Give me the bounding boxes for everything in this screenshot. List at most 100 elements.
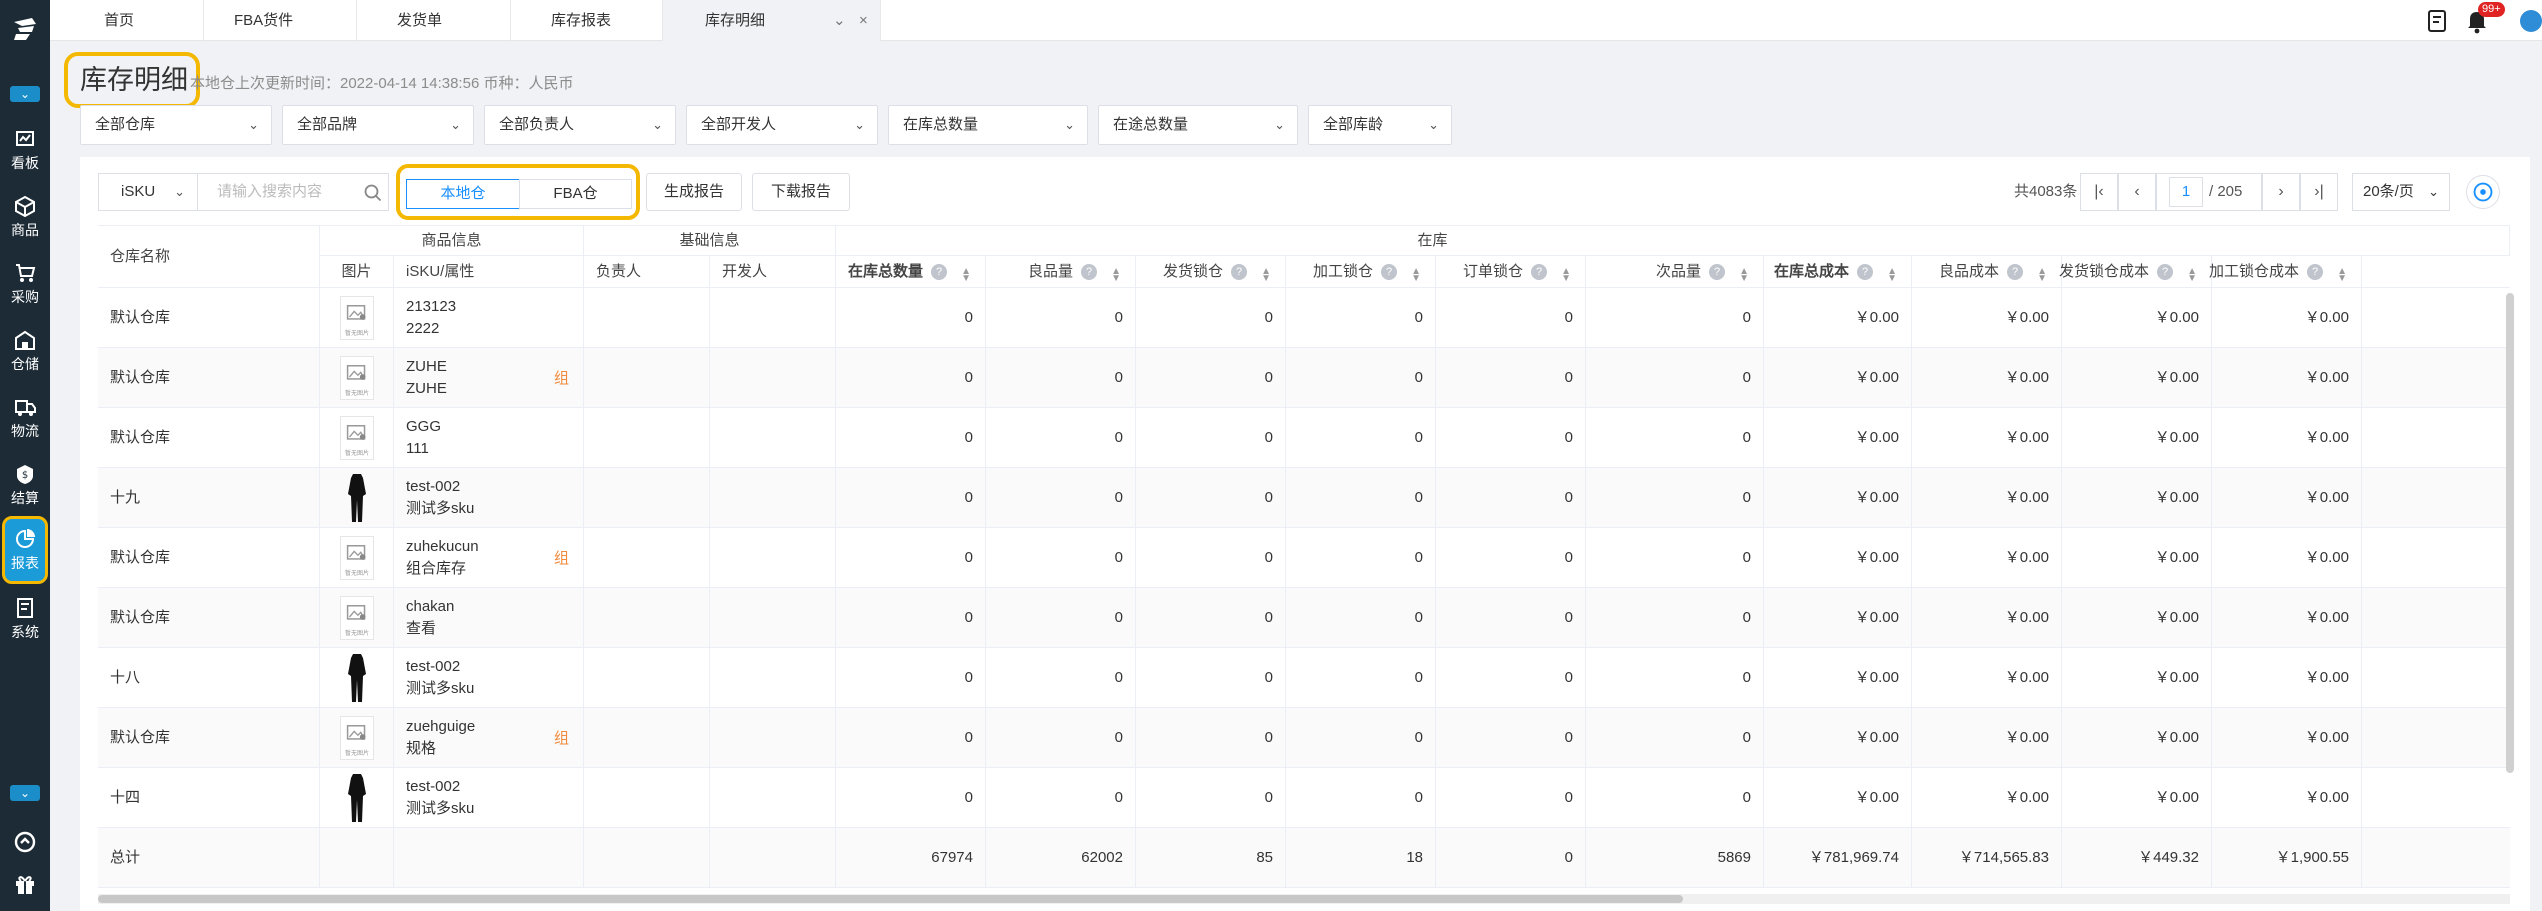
product-photo-icon[interactable] <box>342 652 372 704</box>
help-icon[interactable]: ? <box>1709 264 1725 280</box>
developer-filter[interactable]: 全部开发人 ⌄ <box>686 105 878 145</box>
sidebar-item-purchase[interactable]: 采购 <box>0 254 50 314</box>
cell-process-lock: 0 <box>1286 408 1436 468</box>
stock-qty-filter[interactable]: 在库总数量 ⌄ <box>888 105 1088 145</box>
combo-badge: 组 <box>553 550 569 567</box>
sku-code[interactable]: ZUHE <box>406 356 447 378</box>
cell-defect-qty: 0 <box>1586 528 1764 588</box>
chevron-down-icon[interactable]: ⌄ <box>833 0 846 41</box>
cell-developer <box>710 408 836 468</box>
tab-inventory-report[interactable]: 库存报表 <box>511 0 663 41</box>
avatar[interactable] <box>2520 10 2542 32</box>
search-type-select[interactable]: iSKU ⌄ <box>98 173 198 211</box>
cell-good-qty: 0 <box>986 588 1136 648</box>
cell-image <box>320 648 394 708</box>
sort-icon[interactable]: ▲ ▼ <box>1111 267 1121 284</box>
first-page-button[interactable]: |‹ <box>2080 173 2118 211</box>
sku-code[interactable]: zuhekucun <box>406 536 479 558</box>
cell-total-cost: ￥0.00 <box>1764 708 1912 768</box>
horizontal-scrollbar[interactable] <box>98 894 2510 904</box>
transit-qty-filter[interactable]: 在途总数量 ⌄ <box>1098 105 1298 145</box>
help-icon[interactable]: ? <box>1381 264 1397 280</box>
current-page-input[interactable]: 1 <box>2169 177 2203 207</box>
sort-icon[interactable]: ▲ ▼ <box>1887 267 1897 284</box>
fba-warehouse-tab[interactable]: FBA仓 <box>519 179 632 209</box>
support-icon[interactable] <box>13 830 37 854</box>
sidebar-item-warehouse[interactable]: 仓储 <box>0 321 50 381</box>
sidebar-item-system[interactable]: 系统 <box>0 589 50 649</box>
chevron-down-icon: ⌄ <box>652 117 663 132</box>
product-photo-icon[interactable] <box>342 472 372 524</box>
cell-warehouse: 默认仓库 <box>98 528 320 588</box>
sort-icon[interactable]: ▲ ▼ <box>1411 267 1421 284</box>
help-icon[interactable]: ? <box>1081 264 1097 280</box>
search-input[interactable]: 请输入搜索内容 <box>197 173 389 211</box>
generate-report-button[interactable]: 生成报告 <box>646 173 742 211</box>
header-defect-qty: 次品量? ▲ ▼ <box>1586 256 1764 288</box>
cell-ship-lock-cost: ￥0.00 <box>2062 408 2212 468</box>
sidebar-item-logistics[interactable]: 物流 <box>0 388 50 448</box>
sidebar-item-dashboard[interactable]: 看板 <box>0 120 50 180</box>
help-icon[interactable]: ? <box>931 264 947 280</box>
help-icon[interactable]: ? <box>1231 264 1247 280</box>
tab-shipping-order[interactable]: 发货单 <box>357 0 511 41</box>
cell-total-cost: ￥0.00 <box>1764 468 1912 528</box>
sort-icon[interactable]: ▲ ▼ <box>2337 267 2347 284</box>
sidebar-item-report[interactable]: 报表 <box>2 516 48 584</box>
sort-icon[interactable]: ▲ ▼ <box>1739 267 1749 284</box>
sku-code[interactable]: zuehguige <box>406 716 475 738</box>
cell-good-qty: 0 <box>986 408 1136 468</box>
scrollbar-thumb[interactable] <box>98 895 1683 903</box>
brand-filter[interactable]: 全部品牌 ⌄ <box>282 105 474 145</box>
header-developer: 开发人 <box>710 256 836 288</box>
sort-icon[interactable]: ▲ ▼ <box>961 267 971 284</box>
close-icon[interactable]: × <box>859 0 868 41</box>
download-report-button[interactable]: 下载报告 <box>752 173 850 211</box>
owner-filter[interactable]: 全部负责人 ⌄ <box>484 105 676 145</box>
sort-icon[interactable]: ▲ ▼ <box>2187 267 2197 284</box>
collapse-toggle-bottom[interactable]: ⌄ <box>10 785 40 801</box>
sku-code[interactable]: 213123 <box>406 296 456 318</box>
sku-code[interactable]: test-002 <box>406 656 474 678</box>
sku-code[interactable]: chakan <box>406 596 454 618</box>
total-label: 总计 <box>98 828 320 888</box>
total-process-lock: 18 <box>1286 828 1436 888</box>
sort-icon[interactable]: ▲ ▼ <box>1561 267 1571 284</box>
help-icon[interactable]: ? <box>2007 264 2023 280</box>
tab-home[interactable]: 首页 <box>50 0 204 41</box>
page-size-select[interactable]: 20条/页 ⌄ <box>2352 173 2450 211</box>
help-icon[interactable]: ? <box>1857 264 1873 280</box>
product-photo-icon[interactable] <box>342 772 372 824</box>
tab-fba-shipment[interactable]: FBA货件 <box>204 0 357 41</box>
warehouse-filter[interactable]: 全部仓库 ⌄ <box>80 105 272 145</box>
sidebar-item-product[interactable]: 商品 <box>0 187 50 247</box>
next-page-button[interactable]: › <box>2262 173 2300 211</box>
gift-icon[interactable] <box>13 872 37 896</box>
sku-code[interactable]: test-002 <box>406 476 474 498</box>
search-icon[interactable] <box>364 184 382 202</box>
column-settings-icon[interactable] <box>2466 175 2500 209</box>
stock-age-filter[interactable]: 全部库龄 ⌄ <box>1308 105 1452 145</box>
notes-icon[interactable] <box>2426 8 2450 34</box>
total-ship-lock: 85 <box>1136 828 1286 888</box>
local-warehouse-tab[interactable]: 本地仓 <box>406 179 520 209</box>
sort-icon[interactable]: ▲ ▼ <box>2037 267 2047 284</box>
sku-code[interactable]: test-002 <box>406 776 474 798</box>
total-ship-lock-cost: ￥449.32 <box>2062 828 2212 888</box>
help-icon[interactable]: ? <box>1531 264 1547 280</box>
collapse-toggle[interactable]: ⌄ <box>10 86 40 102</box>
last-page-button[interactable]: ›| <box>2300 173 2338 211</box>
cell-ship-lock: 0 <box>1136 528 1286 588</box>
sidebar-item-settlement[interactable]: $ 结算 <box>0 455 50 515</box>
tab-inventory-detail[interactable]: 库存明细 ⌄ × <box>663 0 881 41</box>
cell-image: 暂无图片 <box>320 528 394 588</box>
help-icon[interactable]: ? <box>2157 264 2173 280</box>
sidebar-item-label: 商品 <box>11 221 39 238</box>
prev-page-button[interactable]: ‹ <box>2118 173 2156 211</box>
sort-icon[interactable]: ▲ ▼ <box>1261 267 1271 284</box>
chevron-down-icon: ⌄ <box>248 117 259 132</box>
cell-image <box>320 768 394 828</box>
help-icon[interactable]: ? <box>2307 264 2323 280</box>
vertical-scrollbar[interactable] <box>2506 293 2514 773</box>
sku-code[interactable]: GGG <box>406 416 441 438</box>
